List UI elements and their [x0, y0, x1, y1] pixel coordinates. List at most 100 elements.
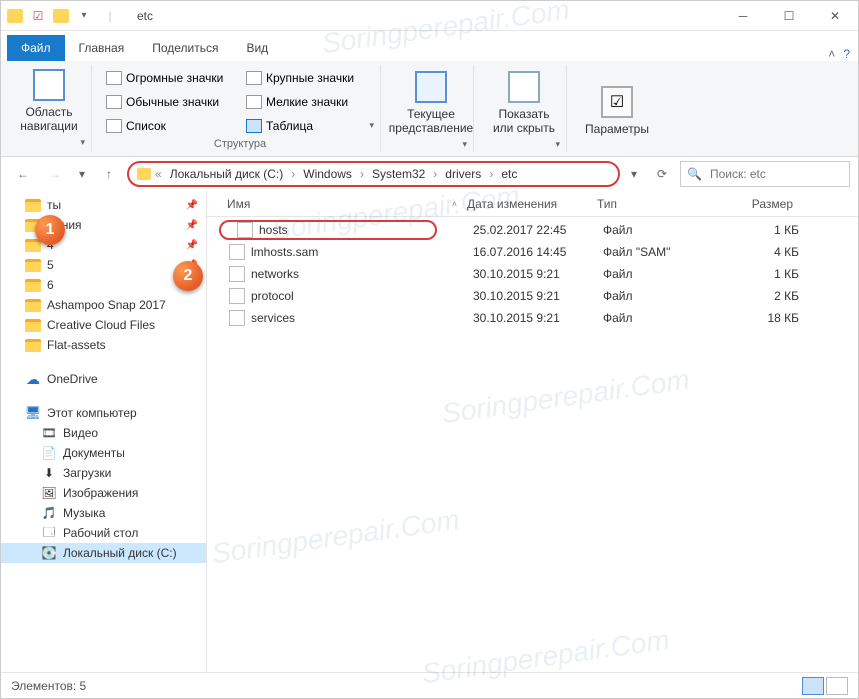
breadcrumb-item[interactable]: etc: [497, 165, 521, 183]
file-row[interactable]: networks30.10.2015 9:21Файл1 КБ: [207, 263, 858, 285]
tab-view[interactable]: Вид: [232, 35, 282, 61]
sidebar-pc-item[interactable]: 🗔Рабочий стол: [1, 523, 206, 543]
ribbon-collapse-icon[interactable]: ˄: [828, 47, 835, 61]
col-header-date[interactable]: Дата изменения: [467, 197, 597, 211]
file-size: 1 КБ: [723, 223, 813, 237]
sidebar-item-label: OneDrive: [47, 372, 98, 386]
up-button[interactable]: ↑: [95, 160, 123, 188]
tab-home[interactable]: Главная: [65, 35, 139, 61]
sidebar-this-pc[interactable]: 🖥Этот компьютер: [1, 403, 206, 423]
breadcrumb-item[interactable]: Локальный диск (C:): [166, 165, 288, 183]
tab-file[interactable]: Файл: [7, 35, 65, 61]
sidebar-item-label: ты: [47, 198, 61, 212]
view-extra-large[interactable]: Огромные значки: [106, 67, 238, 89]
pc-item-icon: 📄: [41, 446, 57, 460]
search-box[interactable]: 🔍: [680, 161, 850, 187]
file-row[interactable]: services30.10.2015 9:21Файл18 КБ: [207, 307, 858, 329]
address-dropdown-button[interactable]: ▾: [624, 160, 644, 188]
explorer-window: 1 2 Soringperepair.Com Soringperepair.Co…: [0, 0, 859, 699]
view-large[interactable]: Крупные значки: [246, 67, 374, 89]
sidebar-item-label: Документы: [63, 446, 125, 460]
close-button[interactable]: ✕: [812, 1, 858, 31]
navigation-pane-icon: [33, 69, 65, 101]
sidebar-pc-item[interactable]: 📄 Документы: [1, 443, 206, 463]
sidebar-item-label: Flat-assets: [47, 338, 106, 352]
ribbon: Область навигации ▾ Огромные значки Обыч…: [1, 61, 858, 157]
sidebar-pc-item[interactable]: 💽Локальный диск (C:): [1, 543, 206, 563]
current-view-button[interactable]: Текущее представление ▾: [395, 67, 467, 150]
folder-icon: [25, 338, 41, 352]
recent-locations-button[interactable]: ▾: [73, 160, 91, 188]
file-icon: [229, 310, 245, 326]
sidebar-item-label: Локальный диск (C:): [63, 546, 177, 560]
ribbon-tabs: Файл Главная Поделиться Вид ˄ ?: [1, 31, 858, 61]
sidebar-pc-item[interactable]: 🎵 Музыка: [1, 503, 206, 523]
onedrive-icon: ☁: [25, 372, 41, 386]
col-header-type[interactable]: Тип: [597, 197, 717, 211]
refresh-button[interactable]: ⟳: [648, 160, 676, 188]
folder-icon: [137, 168, 151, 180]
window-title: etc: [137, 9, 153, 23]
file-row[interactable]: protocol30.10.2015 9:21Файл2 КБ: [207, 285, 858, 307]
ribbon-group-layout-label: Структура: [214, 138, 266, 152]
col-header-name[interactable]: Имя˄: [207, 197, 467, 211]
options-button[interactable]: ☑ Параметры: [581, 82, 653, 136]
sidebar-pc-item[interactable]: 🖼Изображения: [1, 483, 206, 503]
tab-share[interactable]: Поделиться: [138, 35, 232, 61]
sidebar-quick-item[interactable]: Flat-assets: [1, 335, 206, 355]
file-icon: [229, 244, 245, 260]
breadcrumb-item[interactable]: Windows: [299, 165, 356, 183]
navigation-pane[interactable]: ты📌жения📌4📌5📌6📌Ashampoo Snap 2017Creativ…: [1, 191, 207, 672]
file-icon: [229, 288, 245, 304]
view-small[interactable]: Мелкие значки: [246, 91, 374, 113]
folder-icon: [7, 9, 23, 23]
details-view-toggle[interactable]: [802, 677, 824, 695]
column-headers: Имя˄ Дата изменения Тип Размер: [207, 191, 858, 217]
help-icon[interactable]: ?: [843, 47, 850, 61]
folder-icon: [25, 318, 41, 332]
maximize-button[interactable]: ☐: [766, 1, 812, 31]
chevron-down-icon: ▾: [555, 139, 560, 150]
sidebar-quick-item[interactable]: Ashampoo Snap 2017: [1, 295, 206, 315]
sidebar-item-label: 5: [47, 258, 54, 272]
folder-icon: [25, 298, 41, 312]
search-icon: 🔍: [687, 167, 702, 181]
sidebar-quick-item[interactable]: 4📌: [1, 235, 206, 255]
chevron-down-icon: ▾: [462, 139, 467, 150]
file-row[interactable]: lmhosts.sam16.07.2016 14:45Файл "SAM"4 К…: [207, 241, 858, 263]
address-bar[interactable]: « Локальный диск (C:) › Windows › System…: [127, 161, 620, 187]
sidebar-quick-item[interactable]: ты📌: [1, 195, 206, 215]
col-header-size[interactable]: Размер: [717, 197, 807, 211]
view-medium[interactable]: Обычные значки: [106, 91, 238, 113]
search-input[interactable]: [708, 166, 843, 182]
back-button[interactable]: ←: [9, 160, 37, 188]
sidebar-item-label: Видео: [63, 426, 98, 440]
show-hide-button[interactable]: Показать или скрыть ▾: [488, 67, 560, 150]
file-type: Файл: [603, 289, 723, 303]
qat-checkbox-icon[interactable]: ☑: [27, 5, 49, 27]
file-row[interactable]: hosts25.02.2017 22:45Файл1 КБ: [207, 219, 858, 241]
breadcrumb-item[interactable]: System32: [368, 165, 429, 183]
sidebar-quick-item[interactable]: жения📌: [1, 215, 206, 235]
breadcrumb-item[interactable]: drivers: [441, 165, 485, 183]
view-details[interactable]: Таблица▾: [246, 115, 374, 137]
sidebar-item-label: Музыка: [63, 506, 105, 520]
sidebar-item-label: Этот компьютер: [47, 406, 137, 420]
sidebar-quick-item[interactable]: Creative Cloud Files: [1, 315, 206, 335]
file-name: lmhosts.sam: [251, 245, 318, 259]
sidebar-pc-item[interactable]: 🎞Видео: [1, 423, 206, 443]
icons-view-toggle[interactable]: [826, 677, 848, 695]
sidebar-item-label: Creative Cloud Files: [47, 318, 155, 332]
navigation-pane-button[interactable]: Область навигации ▾: [13, 65, 85, 148]
forward-button[interactable]: →: [41, 160, 69, 188]
sidebar-onedrive[interactable]: ☁ OneDrive: [1, 369, 206, 389]
file-icon: [237, 222, 253, 238]
chevron-down-icon: ▾: [80, 137, 85, 148]
file-date: 25.02.2017 22:45: [473, 223, 603, 237]
sidebar-pc-item[interactable]: ⬇Загрузки: [1, 463, 206, 483]
pc-item-icon: 🎵: [41, 506, 57, 520]
minimize-button[interactable]: ─: [720, 1, 766, 31]
qat-dropdown-icon[interactable]: ▾: [73, 5, 95, 27]
show-hide-icon: [508, 71, 540, 103]
view-list[interactable]: Список: [106, 115, 238, 137]
